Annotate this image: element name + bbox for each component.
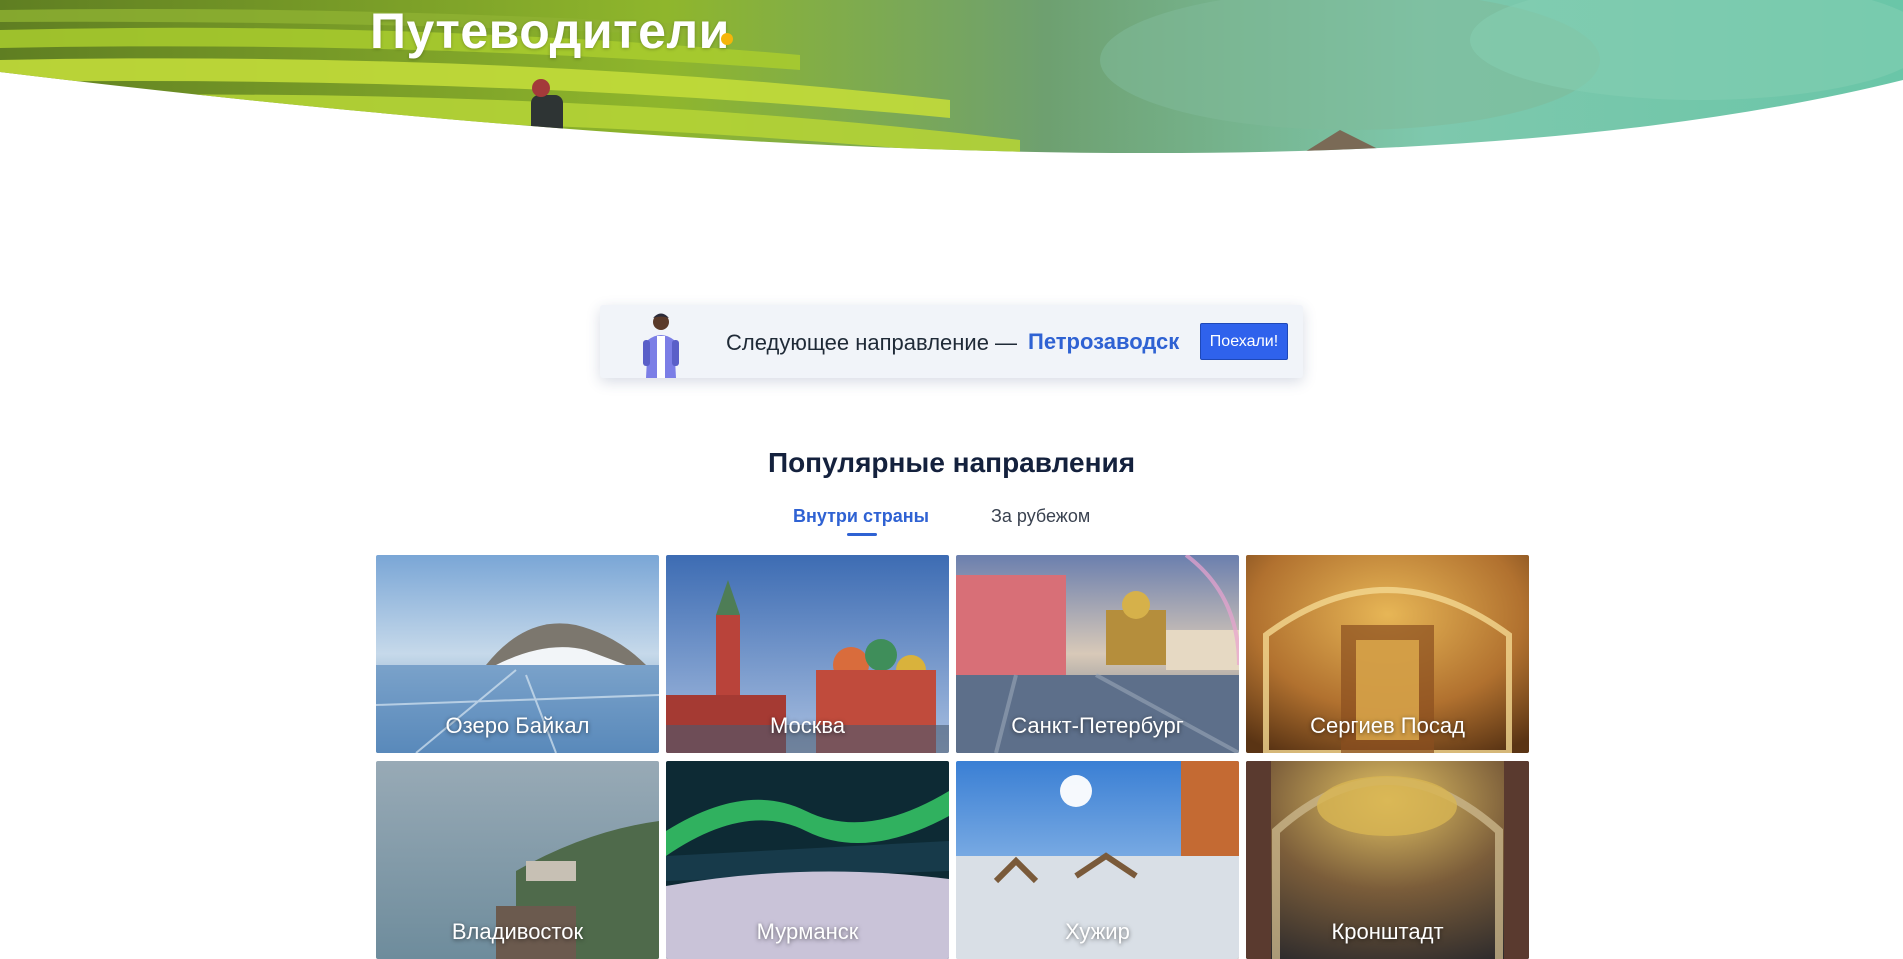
next-destination-city[interactable]: Петрозаводск [1028,329,1179,355]
tab-abroad[interactable]: За рубежом [991,506,1090,527]
section-title: Популярные направления [767,447,1136,478]
card-label: Кронштадт [1331,919,1444,944]
destination-card-murmansk[interactable]: Мурманск [666,761,949,959]
card-label: Мурманск [756,919,859,944]
card-label: Сергиев Посад [1310,713,1465,738]
card-label: Санкт-Петербург [1011,713,1184,738]
destination-card-kronstadt[interactable]: Кронштадт [1246,761,1529,959]
tab-domestic[interactable]: Внутри страны [793,506,929,527]
destination-card-spb[interactable]: Санкт-Петербург [956,555,1239,753]
destination-card-moscow[interactable]: Москва [666,555,949,753]
next-destination-card: Следующее направление — Петрозаводск Пое… [600,305,1303,378]
hero-banner: Путеводители [0,0,1903,195]
card-label: Хужир [1065,919,1130,944]
card-label: Озеро Байкал [445,713,590,738]
card-label: Москва [769,713,846,738]
title-accent-dot [721,33,733,45]
page-title: Путеводители [370,3,730,59]
hero-image [0,0,1903,154]
destination-card-baikal[interactable]: Озеро Байкал [376,555,659,753]
destination-card-vladivostok[interactable]: Владивосток [376,761,659,959]
destination-card-khuzhir[interactable]: Хужир [956,761,1239,959]
next-destination-label: Следующее направление — [726,330,1018,355]
traveler-illustration-icon [643,313,679,378]
destination-card-sergiev-posad[interactable]: Сергиев Посад [1246,555,1529,753]
active-tab-indicator [847,533,877,536]
card-label: Владивосток [451,919,584,944]
go-button[interactable]: Поехали! [1200,323,1288,360]
